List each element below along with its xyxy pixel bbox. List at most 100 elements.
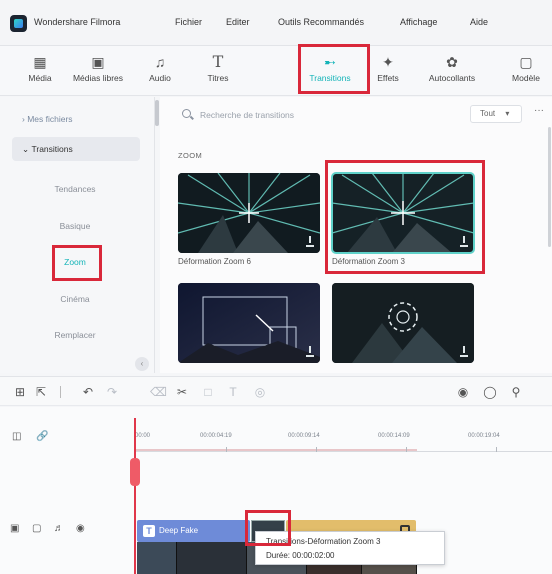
category-sidebar: › Mes fichiers ⌄ Transitions Tendances B… xyxy=(0,97,155,373)
sidebar-item-cinema[interactable]: Cinéma xyxy=(0,294,150,304)
playhead-handle[interactable] xyxy=(130,458,140,486)
tab-audio-label: Audio xyxy=(149,73,171,83)
divider xyxy=(60,386,61,398)
zoom-distort-preview xyxy=(178,173,320,253)
title-clip[interactable]: T Deep Fake xyxy=(137,520,250,542)
section-label-zoom: ZOOM xyxy=(178,151,203,160)
download-icon[interactable] xyxy=(306,346,315,358)
tab-stock-media[interactable]: ▣ Médias libres xyxy=(70,50,126,90)
tab-effects[interactable]: ✦ Effets xyxy=(360,50,416,90)
zoom-spiral-preview xyxy=(332,283,474,363)
menu-recommended-tools[interactable]: Outils Recommandés xyxy=(278,17,364,27)
transition-thumbnail-selected[interactable] xyxy=(331,172,475,254)
menu-edit[interactable]: Editer xyxy=(226,17,250,27)
tab-templates[interactable]: ▢ Modèle xyxy=(500,50,552,90)
transitions-browser: Recherche de transitions Tout ▾ ··· ZOOM… xyxy=(160,97,552,373)
sidebar-item-zoom[interactable]: Zoom xyxy=(0,257,150,267)
sidebar-scrollbar[interactable] xyxy=(155,100,159,126)
sidebar-my-files[interactable]: › Mes fichiers xyxy=(12,107,140,131)
transition-thumbnail[interactable] xyxy=(332,283,474,363)
ruler-mark xyxy=(406,447,407,452)
redo-icon[interactable]: ↷ xyxy=(104,384,120,400)
clip-title: Deep Fake xyxy=(159,526,199,535)
playhead[interactable] xyxy=(134,418,136,574)
tab-stickers-label: Autocollants xyxy=(428,73,476,83)
tab-transitions[interactable]: ➸ Transitions xyxy=(302,50,358,90)
text-T-icon: T xyxy=(143,525,155,537)
record-icon[interactable]: ◉ xyxy=(455,384,471,400)
add-track-icon[interactable]: ◫ xyxy=(12,431,21,442)
transition-thumbnail[interactable] xyxy=(178,173,320,253)
collapse-sidebar-icon[interactable]: ‹ xyxy=(135,357,149,371)
delete-icon[interactable]: ⌫ xyxy=(150,384,167,400)
tab-media-label: Média xyxy=(28,73,52,83)
tab-stock-media-label: Médias libres xyxy=(72,73,124,83)
tab-titles-label: Titres xyxy=(207,73,229,83)
shield-icon[interactable]: ◯ xyxy=(482,384,498,400)
select-tool-icon[interactable]: ⇱ xyxy=(33,384,49,400)
sticker-icon: ✿ xyxy=(446,54,458,70)
ruler-tick: 00:00:09:14 xyxy=(288,433,320,439)
download-icon[interactable] xyxy=(306,236,315,248)
app-name: Wondershare Filmora xyxy=(34,17,121,27)
transition-thumbnail[interactable] xyxy=(178,283,320,363)
ruler-tick: 00:00:04:19 xyxy=(200,433,232,439)
filter-value: Tout xyxy=(480,109,496,118)
menu-help[interactable]: Aide xyxy=(470,17,488,27)
mic-icon[interactable]: ⚲ xyxy=(508,384,524,400)
tab-effects-label: Effets xyxy=(377,73,399,83)
transition-label-selected: Déformation Zoom 3 xyxy=(332,257,405,266)
zoom-night-preview xyxy=(178,283,320,363)
sidebar-item-basic[interactable]: Basique xyxy=(0,221,150,231)
download-icon[interactable] xyxy=(460,236,469,248)
tab-titles[interactable]: T Titres xyxy=(190,50,246,90)
tooltip-duration: Durée: 00:00:02:00 xyxy=(266,551,335,560)
video-track-icon: ▣ xyxy=(10,523,20,534)
undo-icon[interactable]: ↶ xyxy=(80,384,96,400)
ruler-line xyxy=(135,451,552,452)
search-input[interactable]: Recherche de transitions xyxy=(200,110,294,120)
filmora-window: Wondershare Filmora Fichier Editer Outil… xyxy=(0,0,552,574)
ruler-mark xyxy=(496,447,497,452)
text-tool-icon[interactable]: T xyxy=(225,384,241,400)
ruler-mark xyxy=(226,447,227,452)
sidebar-transitions[interactable]: ⌄ Transitions xyxy=(12,137,140,161)
cut-scissors-icon[interactable]: ✂ xyxy=(174,384,190,400)
sidebar-my-files-label: Mes fichiers xyxy=(27,114,73,124)
layout-grid-icon[interactable]: ⊞ xyxy=(12,384,28,400)
menu-view[interactable]: Affichage xyxy=(400,17,437,27)
filmora-logo-icon xyxy=(10,15,27,32)
filter-dropdown[interactable]: Tout ▾ xyxy=(470,105,522,123)
timeline-toolbar: ⊞ ⇱ ↶ ↷ ⌫ ✂ □ T ◎ ◉ ◯ ⚲ xyxy=(0,376,552,406)
tab-audio[interactable]: ♫ Audio xyxy=(132,50,188,90)
search-icon xyxy=(182,109,191,118)
ruler-tick: 00:00 xyxy=(135,433,151,439)
ruler-mark xyxy=(316,447,317,452)
sidebar-item-trending[interactable]: Tendances xyxy=(0,184,150,194)
transition-label: Déformation Zoom 6 xyxy=(178,257,251,266)
asset-toolbar: ▦ Média ▣ Médias libres ♫ Audio T Titres… xyxy=(0,46,552,96)
folder-icon[interactable]: ▢ xyxy=(32,523,41,534)
chevron-down-icon: ▾ xyxy=(505,109,510,118)
crop-icon[interactable]: □ xyxy=(200,384,216,400)
tooltip-title: Transitions-Déformation Zoom 3 xyxy=(266,537,381,546)
tab-templates-label: Modèle xyxy=(512,73,540,83)
music-note-icon: ♫ xyxy=(154,54,166,70)
speaker-icon[interactable]: ♬ xyxy=(54,523,64,534)
link-icon[interactable]: 🔗 xyxy=(36,431,48,442)
ruler-tick: 00:00:19:04 xyxy=(468,433,500,439)
search-bar[interactable]: Recherche de transitions xyxy=(172,105,492,125)
color-icon[interactable]: ◎ xyxy=(252,384,268,400)
template-icon: ▢ xyxy=(519,54,533,70)
menu-file[interactable]: Fichier xyxy=(175,17,202,27)
clip-frame xyxy=(177,542,247,574)
eye-icon[interactable]: ◉ xyxy=(76,523,85,534)
title-bar: Wondershare Filmora Fichier Editer Outil… xyxy=(0,0,552,46)
tab-media[interactable]: ▦ Média xyxy=(12,50,68,90)
more-options-icon[interactable]: ··· xyxy=(534,105,544,116)
download-icon[interactable] xyxy=(460,346,469,358)
ruler-tick: 00:00:14:09 xyxy=(378,433,410,439)
sidebar-item-replace[interactable]: Remplacer xyxy=(0,330,150,340)
tab-stickers[interactable]: ✿ Autocollants xyxy=(424,50,480,90)
content-scrollbar[interactable] xyxy=(548,127,551,247)
